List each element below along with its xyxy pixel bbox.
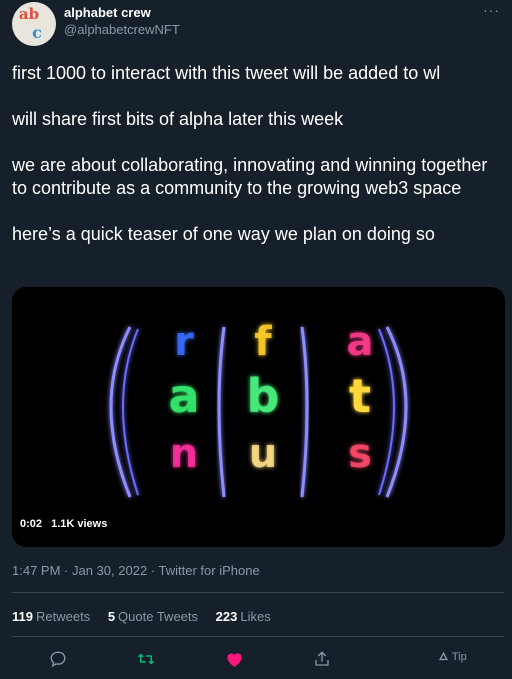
like-button[interactable] <box>219 645 249 673</box>
reel-3-letter-3: s <box>348 431 372 477</box>
heart-icon <box>226 653 242 667</box>
reel-1-letter-2: a <box>168 369 199 423</box>
meta-separator: · <box>64 563 72 578</box>
tweet-text: first 1000 to interact with this tweet w… <box>12 63 488 244</box>
retweets-label: Retweets <box>35 609 91 624</box>
reel-2-letter-2: b <box>247 369 280 423</box>
video-duration: 0:02 <box>20 518 43 530</box>
author-display-name[interactable]: alphabet crew <box>64 5 151 20</box>
reel-2-letter-3: u <box>249 431 277 477</box>
reel-2-letter-1: f <box>254 319 272 365</box>
tip-button[interactable]: Tip <box>438 651 467 663</box>
middle-reel-left-bracket <box>217 326 226 498</box>
share-button[interactable] <box>307 645 337 673</box>
likes-count: 223 <box>215 609 238 624</box>
video-player[interactable]: ranfbuats <box>12 287 505 547</box>
tweet-time[interactable]: 1:47 PM <box>12 563 60 578</box>
author-handle[interactable]: @alphabetcrewNFT <box>64 22 180 37</box>
retweet-button[interactable] <box>131 645 161 673</box>
meta-separator: · <box>150 563 159 578</box>
avatar-letter-c: c <box>32 23 42 42</box>
reel-1-letter-1: r <box>174 319 194 365</box>
share-icon <box>315 651 329 666</box>
likes-label: Likes <box>240 609 271 624</box>
tweet-source[interactable]: Twitter for iPhone <box>159 563 260 578</box>
quote-tweets-stat[interactable]: 5 Quote Tweets <box>108 609 198 624</box>
tweet-actions: Tip <box>12 645 504 673</box>
retweets-count: 119 <box>12 609 33 624</box>
divider <box>12 636 504 637</box>
more-options-icon[interactable]: ··· <box>483 2 500 18</box>
right-outer-bracket <box>385 326 408 498</box>
avatar-letters-ab: ab <box>18 5 40 23</box>
middle-reel-right-bracket <box>300 326 309 498</box>
tweet-meta: 1:47 PM · Jan 30, 2022 · Twitter for iPh… <box>12 563 260 578</box>
engagement-stats: 119 Retweets 5 Quote Tweets 223 Likes <box>12 609 285 624</box>
video-overlay: 0:02 1.1K views <box>20 518 113 530</box>
reel-3-letter-2: t <box>349 369 371 423</box>
quote-tweets-label: Quote Tweets <box>118 609 199 624</box>
retweet-icon <box>138 653 154 665</box>
avatar[interactable]: ab c <box>12 2 56 46</box>
reel-3-letter-1: a <box>347 319 374 365</box>
reel-1-letter-3: n <box>170 431 198 477</box>
comment-icon <box>50 651 66 668</box>
retweets-stat[interactable]: 119 Retweets <box>12 609 90 624</box>
reply-button[interactable] <box>43 645 73 673</box>
left-outer-bracket <box>109 326 132 498</box>
slot-machine-teaser: ranfbuats <box>109 319 408 498</box>
tip-label: Tip <box>451 651 467 663</box>
tip-icon <box>438 651 449 661</box>
quote-tweets-count: 5 <box>107 609 116 624</box>
likes-stat[interactable]: 223 Likes <box>216 609 271 624</box>
tweet-date[interactable]: Jan 30, 2022 <box>72 563 147 578</box>
divider <box>12 592 504 593</box>
video-views: 1.1K views <box>51 518 108 530</box>
